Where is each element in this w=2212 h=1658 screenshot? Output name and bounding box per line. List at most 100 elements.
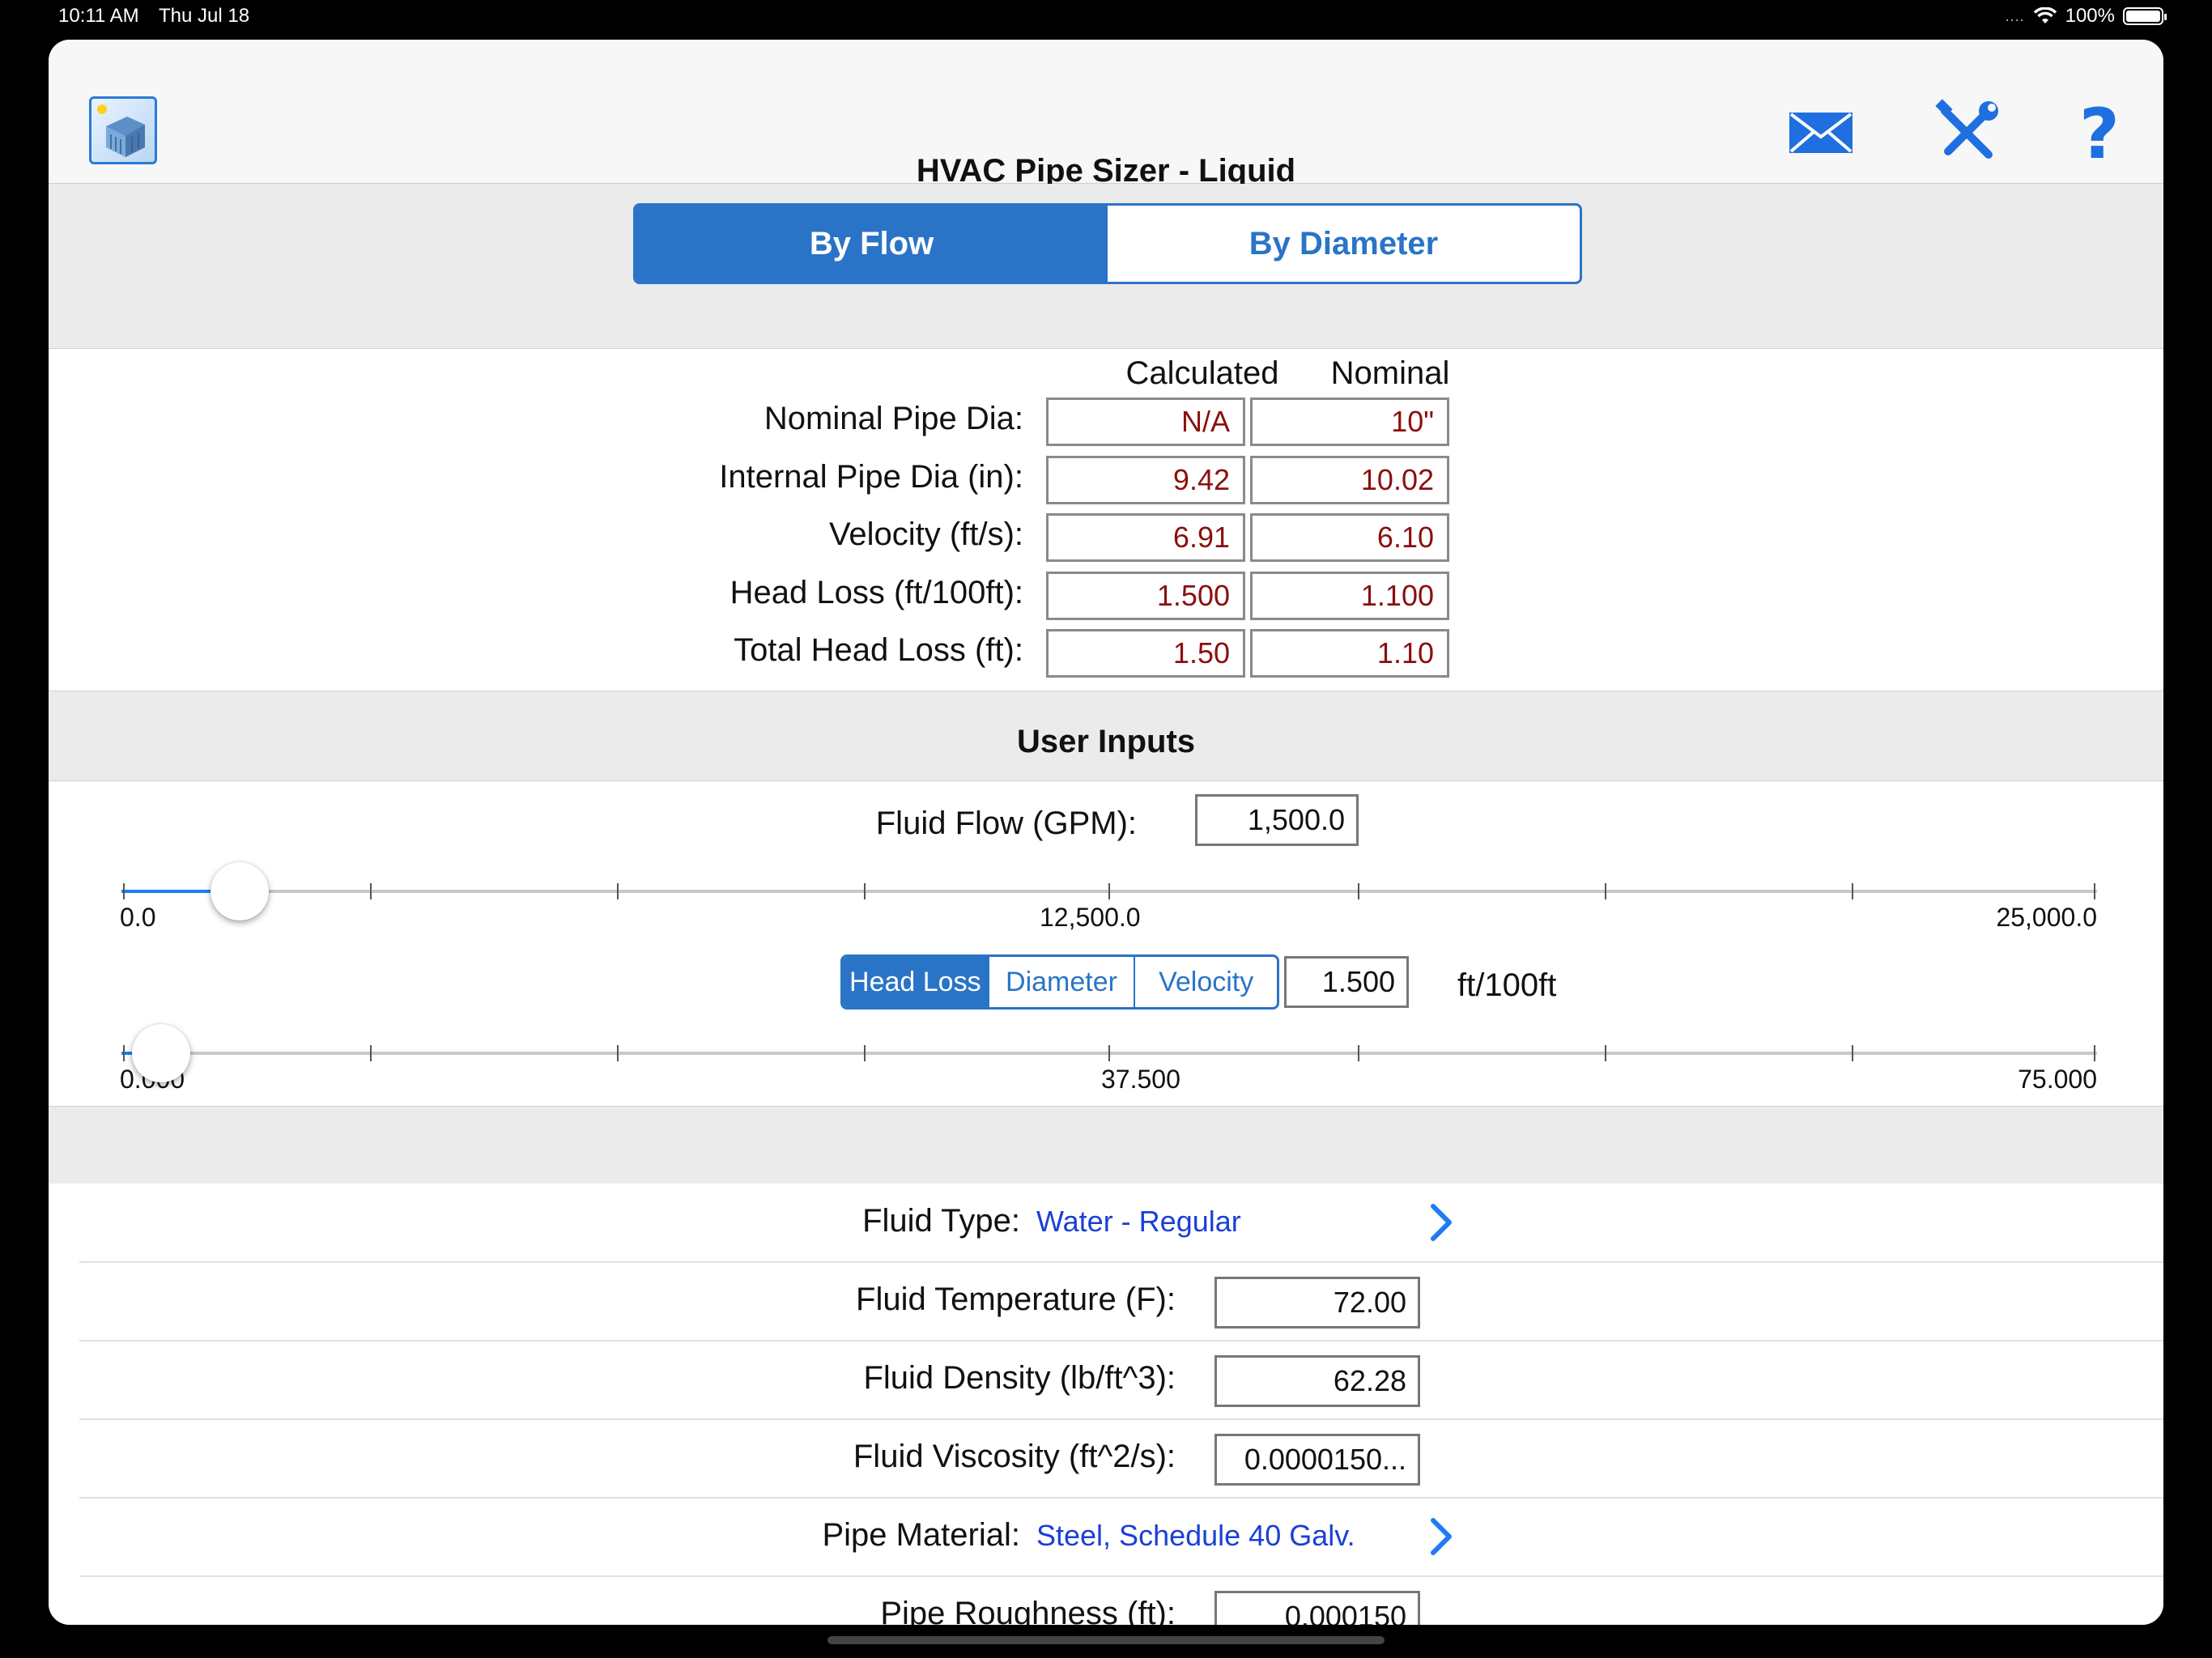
fluid-density-input[interactable]: 62.28 xyxy=(1214,1355,1420,1407)
wifi-icon xyxy=(2033,7,2057,23)
slider-mid-label: 37.500 xyxy=(1101,1065,1180,1094)
calc-nominal-pipe-dia: N/A xyxy=(1046,397,1245,446)
criteria-value-input[interactable]: 1.500 xyxy=(1284,956,1409,1008)
slider-knob[interactable] xyxy=(131,1024,190,1082)
slider-tick xyxy=(1108,1045,1110,1061)
multitasking-dots: .... xyxy=(2005,7,2025,24)
navigation-bar: HVAC Pipe Sizer - Liquid ? xyxy=(49,40,2163,189)
home-indicator xyxy=(827,1636,1385,1644)
mode-section: By Flow By Diameter xyxy=(49,184,2163,349)
pipe-material-value[interactable]: Steel, Schedule 40 Galv. xyxy=(1036,1519,1355,1553)
fluid-flow-label: Fluid Flow (GPM): xyxy=(875,806,1137,841)
status-time: 10:11 AM xyxy=(58,5,139,27)
slider-tick xyxy=(1358,1045,1359,1061)
slider-tick xyxy=(1108,883,1110,899)
slider-tick xyxy=(370,1045,372,1061)
column-header-nominal: Nominal xyxy=(1330,355,1450,391)
fluid-viscosity-input[interactable]: 0.0000150... xyxy=(1214,1434,1420,1486)
help-button[interactable]: ? xyxy=(2065,94,2134,175)
slider-tick xyxy=(1358,883,1359,899)
fluid-temperature-input[interactable]: 72.00 xyxy=(1214,1277,1420,1329)
tools-icon xyxy=(1935,99,1998,159)
app-window: HVAC Pipe Sizer - Liquid ? By Flow By Di… xyxy=(49,40,2163,1625)
slider-tick xyxy=(123,883,125,899)
calc-head-loss: 1.500 xyxy=(1046,572,1245,620)
pipe-material-label: Pipe Material: xyxy=(822,1517,1020,1553)
column-header-calculated: Calculated xyxy=(1125,355,1279,391)
pipe-roughness-label: Pipe Roughness (ft): xyxy=(880,1596,1176,1625)
label-head-loss: Head Loss (ft/100ft): xyxy=(730,575,1023,610)
results-section: Calculated Nominal Nominal Pipe Dia: N/A… xyxy=(49,349,2163,691)
fluid-type-value[interactable]: Water - Regular xyxy=(1036,1205,1241,1239)
slider-tick xyxy=(2094,1045,2095,1061)
label-total-head-loss: Total Head Loss (ft): xyxy=(734,632,1023,668)
battery-level xyxy=(2126,11,2160,22)
fluid-temperature-label: Fluid Temperature (F): xyxy=(856,1282,1176,1317)
slider-tick xyxy=(1852,883,1853,899)
fluid-type-label: Fluid Type: xyxy=(862,1203,1020,1239)
slider-tick xyxy=(1852,1045,1853,1061)
slider-mid-label: 12,500.0 xyxy=(1040,903,1141,932)
pipe-roughness-row: Pipe Roughness (ft): 0.000150 xyxy=(79,1576,2163,1625)
fluid-density-label: Fluid Density (lb/ft^3): xyxy=(863,1360,1176,1396)
fluid-temperature-row: Fluid Temperature (F): 72.00 xyxy=(79,1262,2163,1341)
battery-icon xyxy=(2123,7,2167,25)
fluid-viscosity-label: Fluid Viscosity (ft^2/s): xyxy=(853,1439,1176,1474)
nominal-head-loss: 1.100 xyxy=(1250,572,1449,620)
slider-knob[interactable] xyxy=(211,862,270,920)
section-spacer xyxy=(49,1106,2163,1184)
settings-button[interactable] xyxy=(1932,98,2001,172)
slider-max-label: 75.000 xyxy=(2018,1065,2097,1094)
chevron-right-icon[interactable] xyxy=(1425,1514,1457,1559)
slider-tick xyxy=(1605,1045,1606,1061)
calc-internal-pipe-dia: 9.42 xyxy=(1046,456,1245,504)
fluid-type-row[interactable]: Fluid Type: Water - Regular xyxy=(79,1184,2163,1263)
svg-text:?: ? xyxy=(2079,98,2120,168)
segment-diameter[interactable]: Diameter xyxy=(987,957,1134,1007)
slider-tick xyxy=(123,1045,125,1061)
nominal-total-head-loss: 1.10 xyxy=(1250,629,1449,678)
status-date: Thu Jul 18 xyxy=(159,5,250,27)
criteria-unit-label: ft/100ft xyxy=(1457,967,1557,1003)
slider-max-label: 25,000.0 xyxy=(1996,903,2097,932)
fluid-density-row: Fluid Density (lb/ft^3): 62.28 xyxy=(79,1341,2163,1420)
pipe-material-row[interactable]: Pipe Material: Steel, Schedule 40 Galv. xyxy=(79,1498,2163,1577)
mail-icon xyxy=(1789,113,1853,153)
slider-min-label: 0.0 xyxy=(120,903,156,932)
battery-percent: 100% xyxy=(2065,5,2115,27)
nominal-velocity: 6.10 xyxy=(1250,513,1449,562)
label-nominal-pipe-dia: Nominal Pipe Dia: xyxy=(764,401,1023,436)
criteria-slider[interactable]: 0.000 37.500 75.000 xyxy=(120,1024,2097,1094)
calc-total-head-loss: 1.50 xyxy=(1046,629,1245,678)
slider-tick xyxy=(2094,883,2095,899)
slider-tick xyxy=(864,883,866,899)
segment-velocity[interactable]: Velocity xyxy=(1134,957,1277,1007)
segment-head-loss[interactable]: Head Loss xyxy=(843,957,988,1007)
chevron-right-icon[interactable] xyxy=(1425,1200,1457,1245)
help-icon: ? xyxy=(2079,94,2120,175)
slider-tick xyxy=(370,883,372,899)
slider-tick xyxy=(617,883,619,899)
label-velocity: Velocity (ft/s): xyxy=(828,517,1023,552)
criteria-segmented-control[interactable]: Head Loss Diameter Velocity xyxy=(840,954,1279,1010)
label-internal-pipe-dia: Internal Pipe Dia (in): xyxy=(719,459,1023,495)
nominal-nominal-pipe-dia: 10" xyxy=(1250,397,1449,446)
fluid-flow-input[interactable]: 1,500.0 xyxy=(1195,794,1359,846)
slider-tick xyxy=(864,1045,866,1061)
status-bar: 10:11 AM Thu Jul 18 .... 100% xyxy=(0,0,2212,36)
mode-segmented-control[interactable]: By Flow By Diameter xyxy=(633,203,1582,284)
fluid-flow-slider[interactable]: 0.0 12,500.0 25,000.0 xyxy=(120,862,2097,932)
properties-list: Fluid Type: Water - Regular Fluid Temper… xyxy=(49,1184,2163,1625)
pipe-roughness-input[interactable]: 0.000150 xyxy=(1214,1591,1420,1625)
section-title-user-inputs: User Inputs xyxy=(1016,724,1196,759)
fluid-viscosity-row: Fluid Viscosity (ft^2/s): 0.0000150... xyxy=(79,1419,2163,1499)
status-right: .... 100% xyxy=(2005,5,2167,28)
user-inputs-header: User Inputs xyxy=(49,691,2163,781)
email-button[interactable] xyxy=(1786,98,1856,172)
segment-by-diameter[interactable]: By Diameter xyxy=(1108,206,1580,282)
user-inputs-area: Fluid Flow (GPM): 1,500.0 0.0 12,500.0 2… xyxy=(49,781,2163,1105)
nominal-internal-pipe-dia: 10.02 xyxy=(1250,456,1449,504)
calc-velocity: 6.91 xyxy=(1046,513,1245,562)
segment-by-flow[interactable]: By Flow xyxy=(636,206,1108,282)
slider-tick xyxy=(1605,883,1606,899)
